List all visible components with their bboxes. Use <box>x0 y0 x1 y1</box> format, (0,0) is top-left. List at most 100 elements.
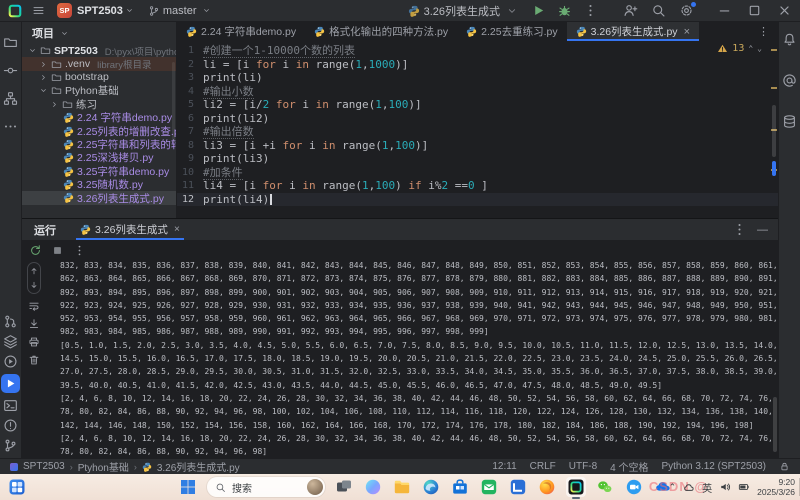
taskbar-mail-icon[interactable] <box>479 477 499 497</box>
project-name[interactable]: SPT2503 <box>77 5 123 17</box>
editor-tab[interactable]: 2.25去重练习.py <box>457 22 566 41</box>
taskbar-edge-icon[interactable] <box>421 477 441 497</box>
status-item[interactable]: 12:11 <box>492 461 516 472</box>
run-console-tab[interactable]: 3.26列表生成式 × <box>74 219 186 240</box>
maximize-button[interactable] <box>747 3 762 18</box>
more-tools-icon[interactable] <box>3 119 18 134</box>
run-tab-close-icon[interactable]: × <box>174 224 180 235</box>
commit-tool-icon[interactable] <box>3 63 18 78</box>
chevron-down-icon[interactable] <box>39 86 48 95</box>
settings-gear-icon[interactable] <box>679 3 694 18</box>
taskbar-pycharm-icon[interactable] <box>566 477 586 497</box>
tree-item[interactable]: .venvlibrary根目录 <box>22 57 176 70</box>
editor-tab[interactable]: 格式化输出的四种方法.py <box>305 22 457 41</box>
tab-close-icon[interactable]: × <box>684 26 690 38</box>
code-line[interactable]: 9print(li3) <box>177 152 778 166</box>
ai-assistant-icon[interactable] <box>782 73 797 88</box>
tree-item[interactable]: 3.25字符串demo.py <box>22 165 176 178</box>
chevron-down-icon[interactable] <box>28 46 37 55</box>
project-panel-header[interactable]: 项目 <box>22 22 176 44</box>
prev-warning-icon[interactable]: ⌃ <box>748 44 753 53</box>
status-item[interactable]: Python 3.12 (SPT2503) <box>661 461 766 472</box>
chevron-right-icon[interactable] <box>39 73 48 82</box>
tree-item[interactable]: 3.26列表生成式.py <box>22 191 176 204</box>
taskbar-start-icon[interactable] <box>178 477 198 497</box>
run-more-icon[interactable] <box>73 244 86 257</box>
run-tool-icon[interactable] <box>1 374 20 393</box>
breadcrumb-item[interactable]: 3.26列表生成式.py <box>157 459 240 474</box>
tree-item[interactable]: 练习 <box>22 98 176 111</box>
close-button[interactable] <box>777 3 792 18</box>
structure-tool-icon[interactable] <box>3 91 18 106</box>
project-badge[interactable]: SP <box>57 3 72 18</box>
inspections-widget[interactable]: 13 ⌃ ⌄ <box>717 43 762 54</box>
project-chevron-icon[interactable] <box>125 6 134 15</box>
editor-tab[interactable]: 2.24 字符串demo.py <box>177 22 305 41</box>
status-item[interactable]: UTF-8 <box>569 461 597 472</box>
taskbar-lenovo-icon[interactable] <box>508 477 528 497</box>
lock-icon[interactable] <box>779 461 790 472</box>
run-panel-options-icon[interactable] <box>732 222 747 237</box>
notifications-bell-icon[interactable] <box>782 32 797 47</box>
minimize-button[interactable] <box>717 3 732 18</box>
project-tool-icon[interactable] <box>3 35 18 50</box>
tray-expand-icon[interactable]: ⌃ <box>669 482 677 493</box>
breadcrumb-item[interactable]: SPT2503 <box>23 461 65 472</box>
print-icon[interactable] <box>28 336 40 348</box>
taskbar-taskview-icon[interactable] <box>334 477 354 497</box>
code-line[interactable]: 2li = [i for i in range(1,1000)] <box>177 58 778 72</box>
run-configuration-selector[interactable]: 3.26列表生成式 <box>408 3 520 19</box>
vcs-branch-widget[interactable]: master <box>148 5 213 17</box>
database-icon[interactable] <box>782 114 797 129</box>
clock[interactable]: 9:20 2025/3/26 <box>757 477 795 497</box>
run-anything-icon[interactable] <box>3 354 18 369</box>
problems-tool-icon[interactable] <box>3 418 18 433</box>
status-item[interactable]: CRLF <box>530 461 556 472</box>
tree-item[interactable]: SPT2503D:\pyx\项目\python\myflask <box>22 44 176 57</box>
scroll-to-end-icon[interactable] <box>28 318 40 330</box>
debug-button[interactable] <box>557 3 572 18</box>
project-scrollbar[interactable] <box>172 62 175 142</box>
hide-panel-icon[interactable]: — <box>757 224 768 236</box>
code-line[interactable]: 1#创建一个1-10000个数的列表 <box>177 44 778 58</box>
breadcrumb-item[interactable]: Ptyhon基础 <box>78 459 129 474</box>
code-line[interactable]: 5li2 = [i/2 for i in range(1,100)] <box>177 98 778 112</box>
taskbar-store-icon[interactable] <box>450 477 470 497</box>
code-line[interactable]: 10#加条件 <box>177 166 778 180</box>
next-warning-icon[interactable]: ⌄ <box>757 44 762 53</box>
tree-item[interactable]: 2.24 字符串demo.py <box>22 111 176 124</box>
prev-output-icon[interactable] <box>29 266 39 276</box>
warning-stripe-mark[interactable] <box>771 87 777 89</box>
widgets-icon[interactable] <box>8 478 26 496</box>
tree-item[interactable]: bootstrap <box>22 71 176 84</box>
code-with-me-icon[interactable] <box>623 3 638 18</box>
tree-item[interactable]: 2.25深浅拷贝.py <box>22 151 176 164</box>
warning-stripe-mark[interactable] <box>771 49 777 51</box>
tree-item[interactable]: Ptyhon基础 <box>22 84 176 97</box>
code-line[interactable]: 6print(li2) <box>177 112 778 126</box>
taskbar-search-box[interactable]: 搜索 <box>207 477 325 497</box>
services-tool-icon[interactable] <box>3 334 18 349</box>
rerun-button[interactable] <box>29 244 42 257</box>
stop-button[interactable] <box>51 244 64 257</box>
git-tool-icon[interactable] <box>3 438 18 453</box>
onedrive-tray-icon[interactable] <box>683 481 695 493</box>
code-line[interactable]: 4#输出小数 <box>177 85 778 99</box>
terminal-tool-icon[interactable] <box>3 398 18 413</box>
taskbar-firefox-icon[interactable] <box>537 477 557 497</box>
editor-scrollbar[interactable] <box>772 105 776 157</box>
code-line[interactable]: 12print(li4) <box>177 193 778 207</box>
battery-icon[interactable] <box>738 481 750 493</box>
code-line[interactable]: 11li4 = [i for i in range(1,100) if i%2 … <box>177 179 778 193</box>
pull-requests-tool-icon[interactable] <box>3 314 18 329</box>
code-line[interactable]: 8li3 = [i +i for i in range(1,100)] <box>177 139 778 153</box>
soft-wrap-icon[interactable] <box>28 300 40 312</box>
more-run-actions-icon[interactable] <box>583 3 598 18</box>
code-line[interactable]: 7#输出倍数 <box>177 125 778 139</box>
code-editor[interactable]: 1#创建一个1-10000个数的列表2li = [i for i in rang… <box>177 41 778 218</box>
chevron-right-icon[interactable] <box>50 100 59 109</box>
status-item[interactable]: 4 个空格 <box>610 459 648 474</box>
next-output-icon[interactable] <box>29 280 39 290</box>
code-line[interactable]: 3print(li) <box>177 71 778 85</box>
tree-item[interactable]: 3.25随机数.py <box>22 178 176 191</box>
